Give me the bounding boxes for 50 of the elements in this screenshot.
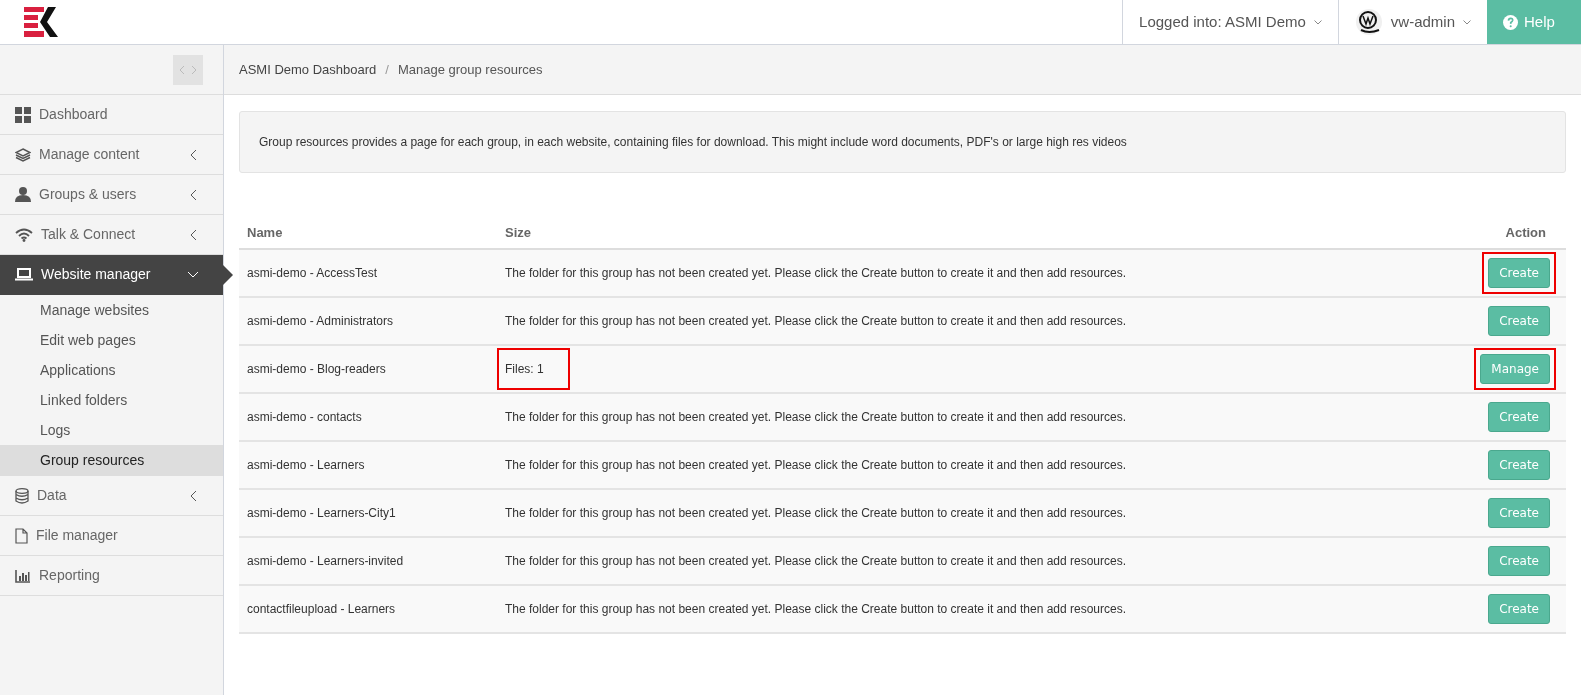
caret-icon [1463, 19, 1471, 25]
breadcrumb-separator: / [385, 60, 389, 79]
table-cell: contactfileupload - Learners [239, 585, 497, 633]
grid-icon [15, 106, 31, 123]
database-icon [15, 487, 29, 504]
help-icon [1503, 14, 1518, 30]
submenu-item[interactable]: Linked folders [0, 385, 223, 415]
sidebar-item[interactable]: Website manager [0, 255, 223, 295]
table-cell-text: The folder for this group has not been created yet. Please click the Create button to create it and then add resources. [505, 457, 1127, 474]
table-cell-text: The folder for this group has not been created yet. Please click the Create button to create it and then add resources. [505, 313, 1127, 330]
laptop-icon [15, 268, 33, 281]
logo-icon [24, 7, 58, 37]
avatar-icon [1354, 8, 1383, 36]
caret-icon [1313, 19, 1322, 25]
sidebar-item[interactable]: Manage content [0, 135, 223, 175]
table-cell-text: The folder for this group has not been created yet. Please click the Create button to create it and then add resources. [505, 409, 1127, 426]
wifi-icon [15, 227, 33, 242]
sidebar-item[interactable]: File manager [0, 516, 223, 556]
user-icon [15, 187, 31, 202]
table-cell: asmi-demo - Learners-City1 [239, 489, 497, 537]
table-cell-text: Files: 1 [505, 361, 544, 378]
submenu-item[interactable]: Group resources [0, 445, 223, 475]
sidebar-item[interactable]: Reporting [0, 556, 223, 596]
table-cell-text: The folder for this group has not been created yet. Please click the Create button to create it and then add resources. [505, 601, 1127, 618]
sidebar-toggle-button[interactable] [173, 54, 203, 85]
table-cell-text: The folder for this group has not been created yet. Please click the Create button to create it and then add resources. [505, 505, 1127, 522]
info-message: Group resources provides a page for each group, in each website, containing files for download. This might include word documents, PDF's or large high res videos [239, 111, 1566, 173]
chevrons-icon [179, 64, 197, 75]
file-icon [15, 527, 28, 544]
breadcrumb-link[interactable]: ASMI Demo Dashboard [239, 59, 377, 80]
sidebar-item[interactable]: Dashboard [0, 95, 223, 135]
user-menu[interactable]: vw-admin [1337, 0, 1487, 44]
submenu-item[interactable]: Edit web pages [0, 325, 223, 355]
table-cell: asmi-demo - Administrators [239, 297, 497, 345]
submenu-item[interactable]: Applications [0, 355, 223, 385]
breadcrumb-current: Manage group resources [397, 60, 543, 79]
table-cell: asmi-demo - Learners [239, 441, 497, 489]
table-cell-text: The folder for this group has not been created yet. Please click the Create button to create it and then add resources. [505, 265, 1127, 282]
table-cell-text: The folder for this group has not been created yet. Please click the Create button to create it and then add resources. [505, 553, 1127, 570]
table-cell: asmi-demo - Blog-readers [239, 345, 497, 393]
table-cell: asmi-demo - AccessTest [239, 249, 497, 297]
submenu-item[interactable]: Logs [0, 415, 223, 445]
sidebar-item[interactable]: Data [0, 476, 223, 516]
layers-icon [15, 147, 31, 162]
sidebar-item[interactable]: Groups & users [0, 175, 223, 215]
bar-chart-icon [15, 568, 31, 583]
table-cell: asmi-demo - contacts [239, 393, 497, 441]
submenu-item[interactable]: Manage websites [0, 295, 223, 325]
account-dropdown[interactable]: Logged into: ASMI Demo [1122, 0, 1338, 44]
table-cell: asmi-demo - Learners-invited [239, 537, 497, 585]
